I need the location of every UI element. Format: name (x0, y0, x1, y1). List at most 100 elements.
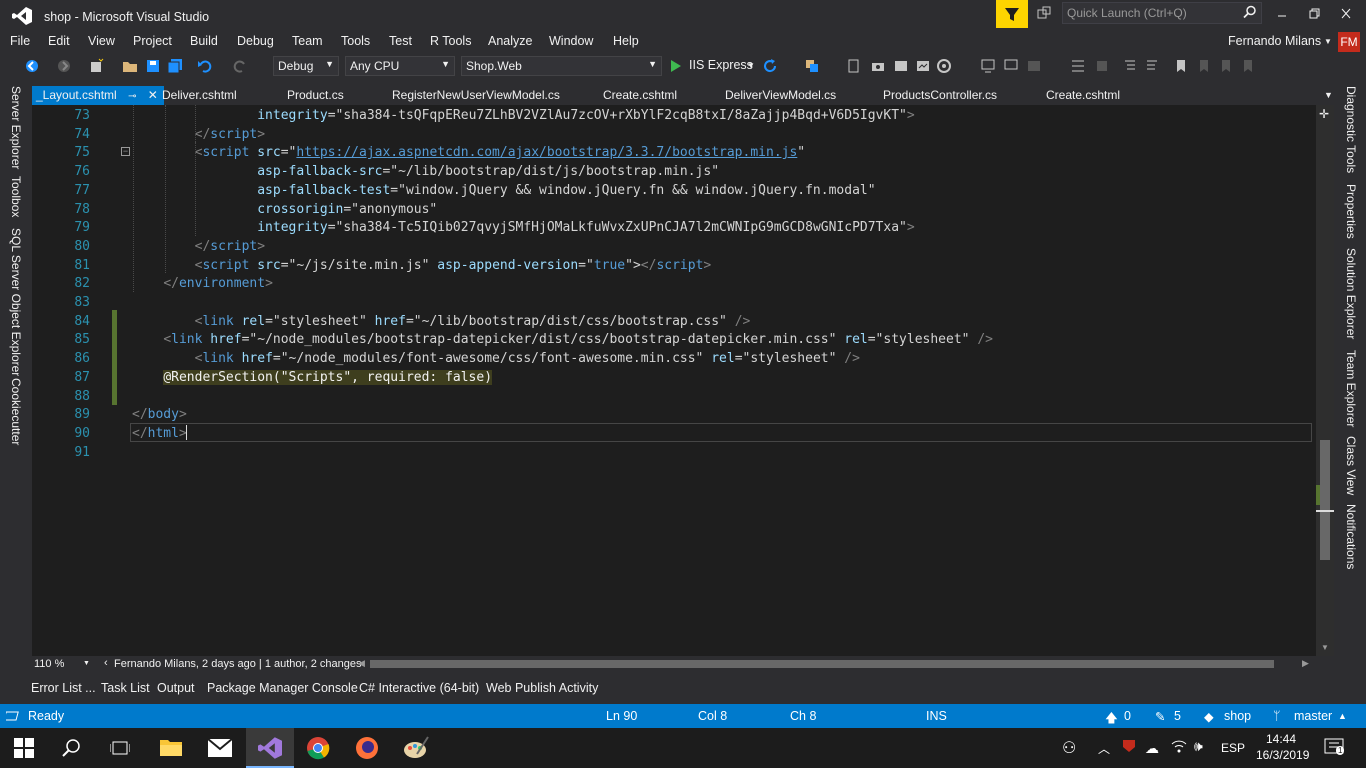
menu-project[interactable]: Project (133, 34, 172, 48)
code-line[interactable]: 85 <link href="~/node_modules/bootstrap-… (32, 330, 1316, 349)
zoom-level[interactable]: 110 % (34, 658, 64, 670)
rail-toolbox[interactable]: Toolbox (9, 176, 23, 217)
cloud-icon[interactable]: ☁ (1145, 740, 1159, 757)
tab-output[interactable]: Output (157, 681, 195, 695)
zoom-dropdown-icon[interactable]: ▼ (83, 660, 90, 667)
filter-icon[interactable] (996, 0, 1028, 28)
toolbar-tool-2-icon[interactable] (870, 58, 886, 74)
windows-start-icon[interactable] (14, 738, 34, 761)
rail-class-view[interactable]: Class View (1344, 436, 1358, 495)
close-button[interactable] (1336, 6, 1356, 22)
rail-solution-explorer[interactable]: Solution Explorer (1344, 248, 1358, 339)
back-icon[interactable] (24, 58, 40, 74)
file-explorer-icon[interactable] (160, 737, 182, 760)
toolbar-tool-10-icon[interactable] (1094, 58, 1110, 74)
toolbar-tool-3-icon[interactable] (893, 58, 909, 74)
browser-link-icon[interactable] (804, 58, 820, 74)
redo-icon[interactable] (232, 58, 248, 74)
quick-launch-input[interactable]: Quick Launch (Ctrl+Q) (1062, 2, 1262, 24)
split-icon[interactable]: ✛ (1319, 107, 1329, 121)
scroll-left-icon[interactable]: ◀ (358, 658, 365, 669)
branch-icon[interactable]: ᛘ (1273, 709, 1281, 723)
code-line[interactable]: 76 asp-fallback-src="~/lib/bootstrap/dis… (32, 162, 1316, 181)
new-project-icon[interactable] (88, 58, 104, 74)
menu-team[interactable]: Team (292, 34, 323, 48)
rail-properties[interactable]: Properties (1344, 184, 1358, 239)
bookmark-prev-icon[interactable] (1196, 58, 1212, 74)
toolbar-tool-4-icon[interactable] (915, 58, 931, 74)
code-line[interactable]: 75 <script src="https://ajax.aspnetcdn.c… (32, 143, 1316, 162)
arrow-up-icon[interactable]: 🡅 (1105, 709, 1118, 730)
menu-window[interactable]: Window (549, 34, 593, 48)
bookmark-icon[interactable] (1173, 58, 1189, 74)
code-line[interactable]: 73 integrity="sha384-tsQFqpEReu7ZLhBV2VZ… (32, 106, 1316, 125)
paint-icon[interactable] (403, 736, 429, 763)
branch-dropdown-icon[interactable]: ▲ (1338, 711, 1347, 721)
rail-diagnostic-tools[interactable]: Diagnostic Tools (1344, 86, 1358, 173)
toolbar-tool-1-icon[interactable] (846, 58, 862, 74)
security-icon[interactable] (1121, 738, 1137, 757)
toolbar-tool-6-icon[interactable] (980, 58, 996, 74)
wifi-icon[interactable] (1170, 738, 1188, 757)
code-line[interactable]: 81 <script src="~/js/site.min.js" asp-ap… (32, 256, 1316, 275)
platform-dropdown[interactable]: Any CPU ▼ (345, 56, 455, 76)
tab-layout-cshtml[interactable]: _Layout.cshtml ⊸ ✕ (32, 86, 164, 106)
tab-create-cshtml-2[interactable]: Create.cshtml (1046, 88, 1120, 102)
play-icon[interactable] (670, 59, 682, 76)
toolbar-tool-12-icon[interactable] (1144, 58, 1160, 74)
code-line[interactable]: 83 (32, 293, 1316, 312)
rail-sql-server-object-explorer[interactable]: SQL Server Object Explorer (9, 228, 23, 376)
scroll-right-icon[interactable]: ▶ (1302, 658, 1309, 669)
search-icon[interactable] (62, 738, 82, 761)
status-branch[interactable]: master (1294, 709, 1332, 723)
menu-debug[interactable]: Debug (237, 34, 274, 48)
tab-product-cs[interactable]: Product.cs (287, 88, 344, 102)
taskbar-active-app[interactable] (246, 728, 294, 768)
pencil-icon[interactable]: ✎ (1155, 709, 1165, 724)
run-dropdown-icon[interactable]: ▼ (747, 61, 755, 70)
tab-create-cshtml-1[interactable]: Create.cshtml (603, 88, 677, 102)
menu-build[interactable]: Build (190, 34, 218, 48)
toolbar-tool-7-icon[interactable] (1003, 58, 1019, 74)
status-unpushed[interactable]: 0 (1124, 709, 1131, 723)
code-line[interactable]: 77 asp-fallback-test="window.jQuery && w… (32, 181, 1316, 200)
code-line[interactable]: 78 crossorigin="anonymous" (32, 200, 1316, 219)
code-line[interactable]: 91 (32, 443, 1316, 462)
menu-help[interactable]: Help (613, 34, 639, 48)
tab-overflow-icon[interactable]: ▼ (1324, 90, 1333, 100)
toolbar-tool-8-icon[interactable] (1026, 58, 1042, 74)
task-view-icon[interactable] (109, 738, 131, 761)
scroll-down-icon[interactable]: ▼ (1321, 643, 1329, 652)
toolbar-tool-5-icon[interactable] (936, 58, 952, 74)
bookmark-next-icon[interactable] (1218, 58, 1234, 74)
tab-products-controller[interactable]: ProductsController.cs (883, 88, 997, 102)
people-icon[interactable]: ⚇ (1062, 738, 1076, 758)
code-line[interactable]: 89 </body> (32, 405, 1316, 424)
tray-expand-icon[interactable]: ︿ (1098, 740, 1110, 757)
open-file-icon[interactable] (122, 58, 138, 74)
code-editor[interactable]: 73 integrity="sha384-tsQFqpEReu7ZLhBV2VZ… (32, 105, 1316, 656)
menu-file[interactable]: File (10, 34, 30, 48)
code-line[interactable]: 82 </environment> (32, 274, 1316, 293)
tab-deliver-view-model[interactable]: DeliverViewModel.cs (725, 88, 836, 102)
chrome-icon[interactable] (306, 736, 330, 763)
code-line[interactable]: 80 </script> (32, 237, 1316, 256)
restore-button[interactable] (1304, 6, 1324, 22)
scroll-thumb[interactable] (1320, 440, 1330, 560)
volume-icon[interactable]: 🕪 (1194, 738, 1203, 755)
close-icon[interactable]: ✕ (148, 88, 158, 102)
code-line[interactable]: 79 integrity="sha384-Tc5IQib027qvyjSMfHj… (32, 218, 1316, 237)
codelens-blame[interactable]: Fernando Milans, 2 days ago | 1 author, … (114, 658, 361, 670)
refresh-icon[interactable] (762, 58, 778, 74)
action-center-icon[interactable]: 1 (1324, 738, 1345, 759)
config-dropdown[interactable]: Debug ▼ (273, 56, 339, 76)
pin-icon[interactable]: ⊸ (128, 91, 136, 102)
clock-time[interactable]: 14:44 (1266, 732, 1296, 746)
rail-team-explorer[interactable]: Team Explorer (1344, 350, 1358, 427)
user-avatar[interactable]: FM (1338, 32, 1360, 52)
forward-icon[interactable] (56, 58, 72, 74)
minimize-button[interactable] (1272, 6, 1292, 22)
tab-csharp-interactive[interactable]: C# Interactive (64-bit) (359, 681, 479, 695)
startup-project-dropdown[interactable]: Shop.Web ▼ (461, 56, 662, 76)
rail-notifications[interactable]: Notifications (1344, 504, 1358, 569)
